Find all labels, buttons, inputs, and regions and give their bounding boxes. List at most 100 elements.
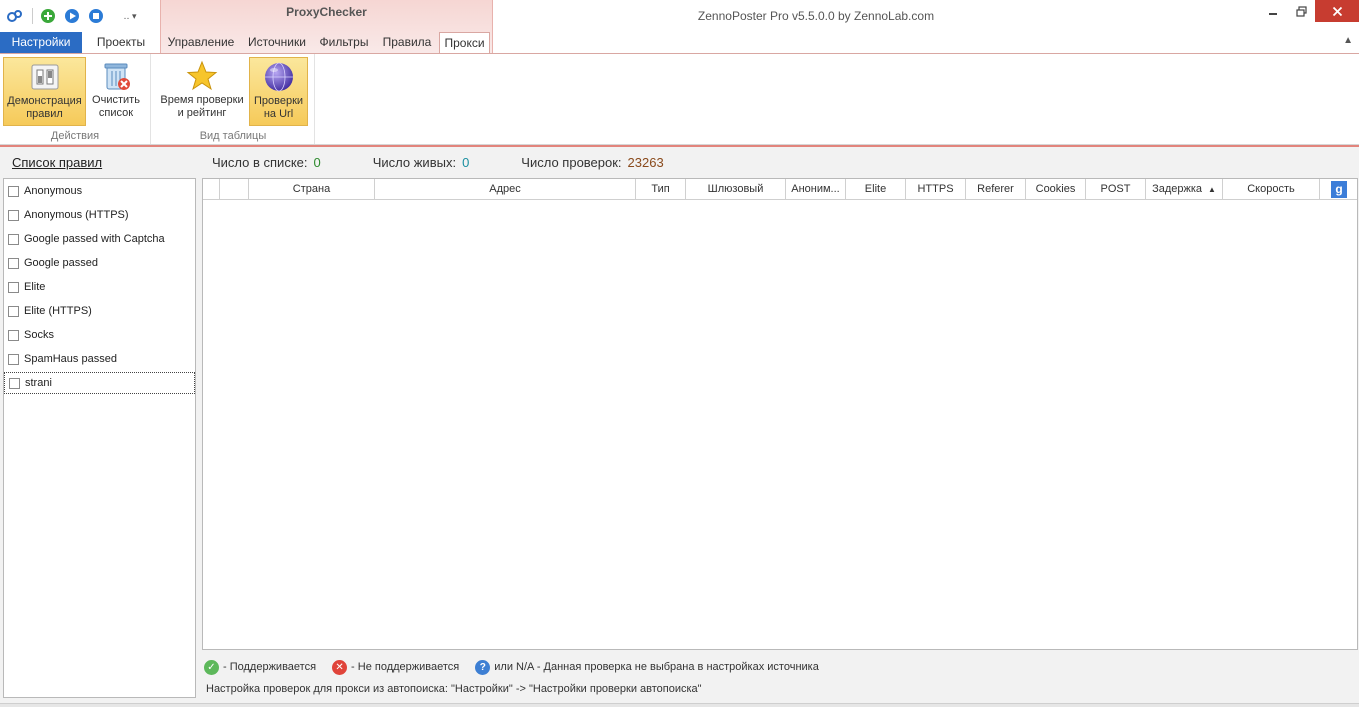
column-header-post[interactable]: POST [1086, 179, 1146, 200]
restore-icon[interactable] [1287, 0, 1315, 22]
time-rating-button[interactable]: Время проверки и рейтинг [158, 57, 246, 126]
cross-icon: ✕ [332, 659, 348, 675]
column-header-gateway[interactable]: Шлюзовый [686, 179, 786, 200]
rule-checkbox[interactable] [8, 185, 19, 197]
rule-checkbox[interactable] [8, 281, 19, 293]
rule-item-anonymous[interactable]: Anonymous [4, 180, 195, 202]
stat-alive-count: Число живых: 0 [373, 155, 470, 170]
tab-sources[interactable]: Источники [242, 32, 312, 53]
ribbon-group-actions: Демонстрация правил Очистить список Дейс… [0, 54, 151, 144]
sort-ascending-icon: ▲ [1208, 185, 1216, 194]
column-header-cookies[interactable]: Cookies [1026, 179, 1086, 200]
rule-item-socks[interactable]: Socks [4, 324, 195, 346]
stat-list-label: Число в списке: [212, 155, 308, 170]
quick-access-toolbar: ‥ ▾ [0, 4, 141, 28]
legend-na-text: или N/A - Данная проверка не выбрана в н… [494, 661, 819, 673]
window-controls [1259, 0, 1359, 22]
rule-item-google-captcha[interactable]: Google passed with Captcha [4, 228, 195, 250]
rule-item-strani[interactable]: strani [4, 372, 195, 394]
rule-label: Socks [24, 329, 54, 341]
proxy-checker-content: Список правил Число в списке: 0 Число жив… [0, 147, 1359, 707]
stat-alive-value: 0 [462, 155, 470, 170]
stat-checks-count: Число проверок: 23263 [521, 155, 663, 170]
window-title: ZennoPoster Pro v5.5.0.0 by ZennoLab.com [697, 9, 935, 23]
rule-label: SpamHaus passed [24, 353, 117, 365]
customize-icon[interactable]: ‥ ▾ [119, 7, 141, 25]
column-header-https[interactable]: HTTPS [906, 179, 966, 200]
rule-checkbox[interactable] [8, 233, 19, 245]
clear-list-button[interactable]: Очистить список [86, 57, 146, 126]
column-header-elite[interactable]: Elite [846, 179, 906, 200]
close-icon[interactable] [1315, 0, 1359, 22]
rule-item-spamhaus[interactable]: SpamHaus passed [4, 348, 195, 370]
column-header-speed[interactable]: Скорость [1223, 179, 1320, 200]
rule-label: Google passed with Captcha [24, 233, 165, 245]
rule-item-elite[interactable]: Elite [4, 276, 195, 298]
legend-not-supported: ✕ - Не поддерживается [332, 659, 460, 675]
column-header-select[interactable] [203, 179, 220, 200]
tab-proxy[interactable]: Прокси [439, 32, 490, 54]
rule-checkbox[interactable] [8, 353, 19, 365]
check-icon: ✓ [204, 659, 219, 675]
ribbon-panel: Демонстрация правил Очистить список Дейс… [0, 53, 1359, 145]
demo-rules-button[interactable]: Демонстрация правил [3, 57, 86, 126]
rule-checkbox[interactable] [8, 305, 19, 317]
play-icon[interactable] [63, 7, 81, 25]
stats-bar: Число в списке: 0 Число живых: 0 Число про… [212, 155, 716, 170]
column-header-country[interactable]: Страна [249, 179, 375, 200]
tab-settings[interactable]: Настройки [0, 32, 82, 53]
column-header-address[interactable]: Адрес [375, 179, 636, 200]
group-view-label: Вид таблицы [199, 130, 267, 142]
time-rating-label: Время проверки и рейтинг [160, 94, 244, 119]
rule-checkbox[interactable] [8, 257, 19, 269]
column-header-delay[interactable]: Задержка ▲ [1146, 179, 1223, 200]
legend: ✓ - Поддерживается ✕ - Не поддерживается… [204, 658, 835, 676]
rule-item-anonymous-https[interactable]: Anonymous (HTTPS) [4, 204, 195, 226]
rule-label: Elite [24, 281, 46, 293]
minimize-icon[interactable] [1259, 0, 1287, 22]
star-icon [186, 60, 218, 91]
table-header: Страна Адрес Тип Шлюзовый Аноним... Elit… [203, 179, 1357, 200]
title-bar: ‥ ▾ ProxyChecker ZennoPoster Pro v5.5.0.… [0, 0, 1359, 53]
add-icon[interactable] [39, 7, 57, 25]
collapse-ribbon-icon[interactable]: ▲ [1343, 35, 1353, 46]
globe-icon [264, 62, 293, 92]
clear-list-label: Очистить список [92, 94, 140, 119]
tab-projects[interactable]: Проекты [86, 32, 156, 53]
rule-checkbox[interactable] [8, 329, 19, 341]
group-actions-label: Действия [50, 130, 100, 142]
column-header-anonymous[interactable]: Аноним... [786, 179, 846, 200]
stat-alive-label: Число живых: [372, 155, 457, 170]
ribbon-tabs: Настройки Проекты Управление Источники Ф… [0, 32, 1359, 54]
tab-rules[interactable]: Правила [378, 32, 436, 53]
stop-icon[interactable] [87, 7, 105, 25]
rule-item-elite-https[interactable]: Elite (HTTPS) [4, 300, 195, 322]
legend-not-supported-text: - Не поддерживается [351, 661, 460, 673]
rule-label: Elite (HTTPS) [24, 305, 92, 317]
context-title: ProxyChecker [286, 5, 367, 19]
column-header-flag[interactable] [220, 179, 249, 200]
demo-rules-label: Демонстрация правил [7, 95, 82, 120]
question-icon: ? [475, 659, 491, 675]
rule-item-google-passed[interactable]: Google passed [4, 252, 195, 274]
tab-management[interactable]: Управление [162, 32, 240, 53]
column-header-type[interactable]: Тип [636, 179, 686, 200]
stat-checks-value: 23263 [627, 155, 664, 170]
rule-label: strani [25, 377, 52, 389]
column-header-delay-label: Задержка [1152, 183, 1203, 195]
proxy-table[interactable]: Страна Адрес Тип Шлюзовый Аноним... Elit… [202, 178, 1358, 650]
rules-list[interactable]: Anonymous Anonymous (HTTPS) Google passe… [3, 178, 196, 698]
stat-list-count: Число в списке: 0 [212, 155, 321, 170]
legend-na: ? или N/A - Данная проверка не выбрана в… [475, 659, 819, 675]
trash-clear-icon [104, 63, 130, 90]
rules-list-title[interactable]: Список правил [12, 155, 102, 170]
app-logo-icon[interactable] [6, 7, 24, 25]
toolbar-separator [32, 8, 33, 24]
legend-supported: ✓ - Поддерживается [204, 659, 316, 675]
google-column-chooser-icon[interactable]: g [1331, 181, 1347, 198]
tab-filters[interactable]: Фильтры [314, 32, 374, 53]
rule-checkbox[interactable] [9, 377, 20, 389]
url-checks-button[interactable]: Проверки на Url [249, 57, 308, 126]
rule-checkbox[interactable] [8, 209, 19, 221]
column-header-referer[interactable]: Referer [966, 179, 1026, 200]
